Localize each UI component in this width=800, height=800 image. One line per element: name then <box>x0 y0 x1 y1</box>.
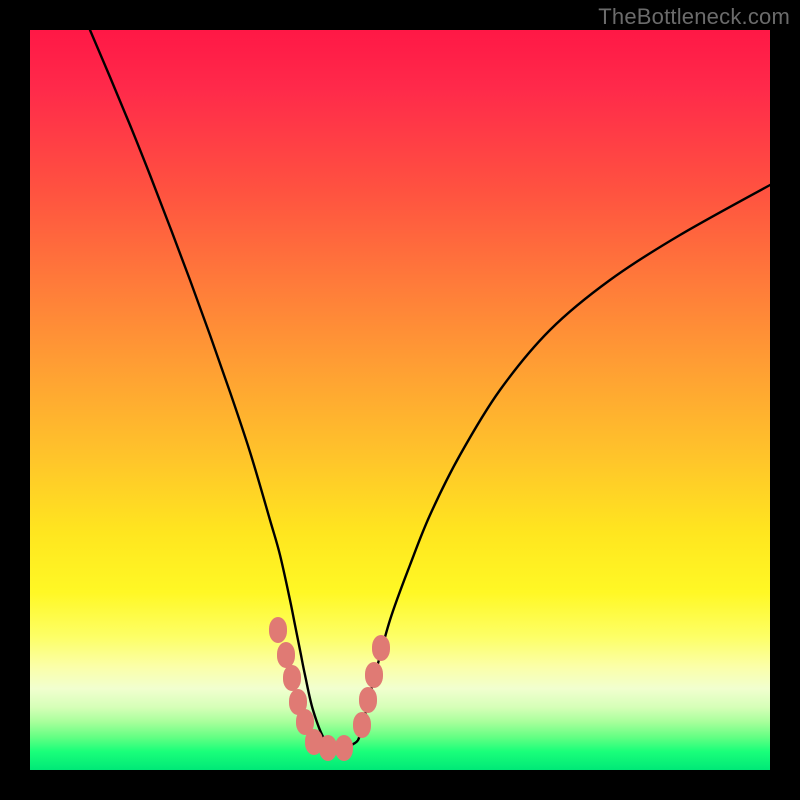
data-marker <box>296 709 314 735</box>
chart-frame: TheBottleneck.com <box>0 0 800 800</box>
data-marker <box>283 665 301 691</box>
plot-area <box>30 30 770 770</box>
data-marker <box>305 729 323 755</box>
data-marker <box>269 617 287 643</box>
data-marker <box>289 689 307 715</box>
marker-layer <box>269 617 390 761</box>
data-marker <box>353 712 371 738</box>
data-marker <box>277 642 295 668</box>
data-marker <box>335 735 353 761</box>
watermark-text: TheBottleneck.com <box>598 4 790 30</box>
data-marker <box>359 687 377 713</box>
bottleneck-curve <box>90 30 770 748</box>
data-marker <box>319 735 337 761</box>
data-marker <box>365 662 383 688</box>
data-marker <box>372 635 390 661</box>
curve-layer <box>30 30 770 770</box>
